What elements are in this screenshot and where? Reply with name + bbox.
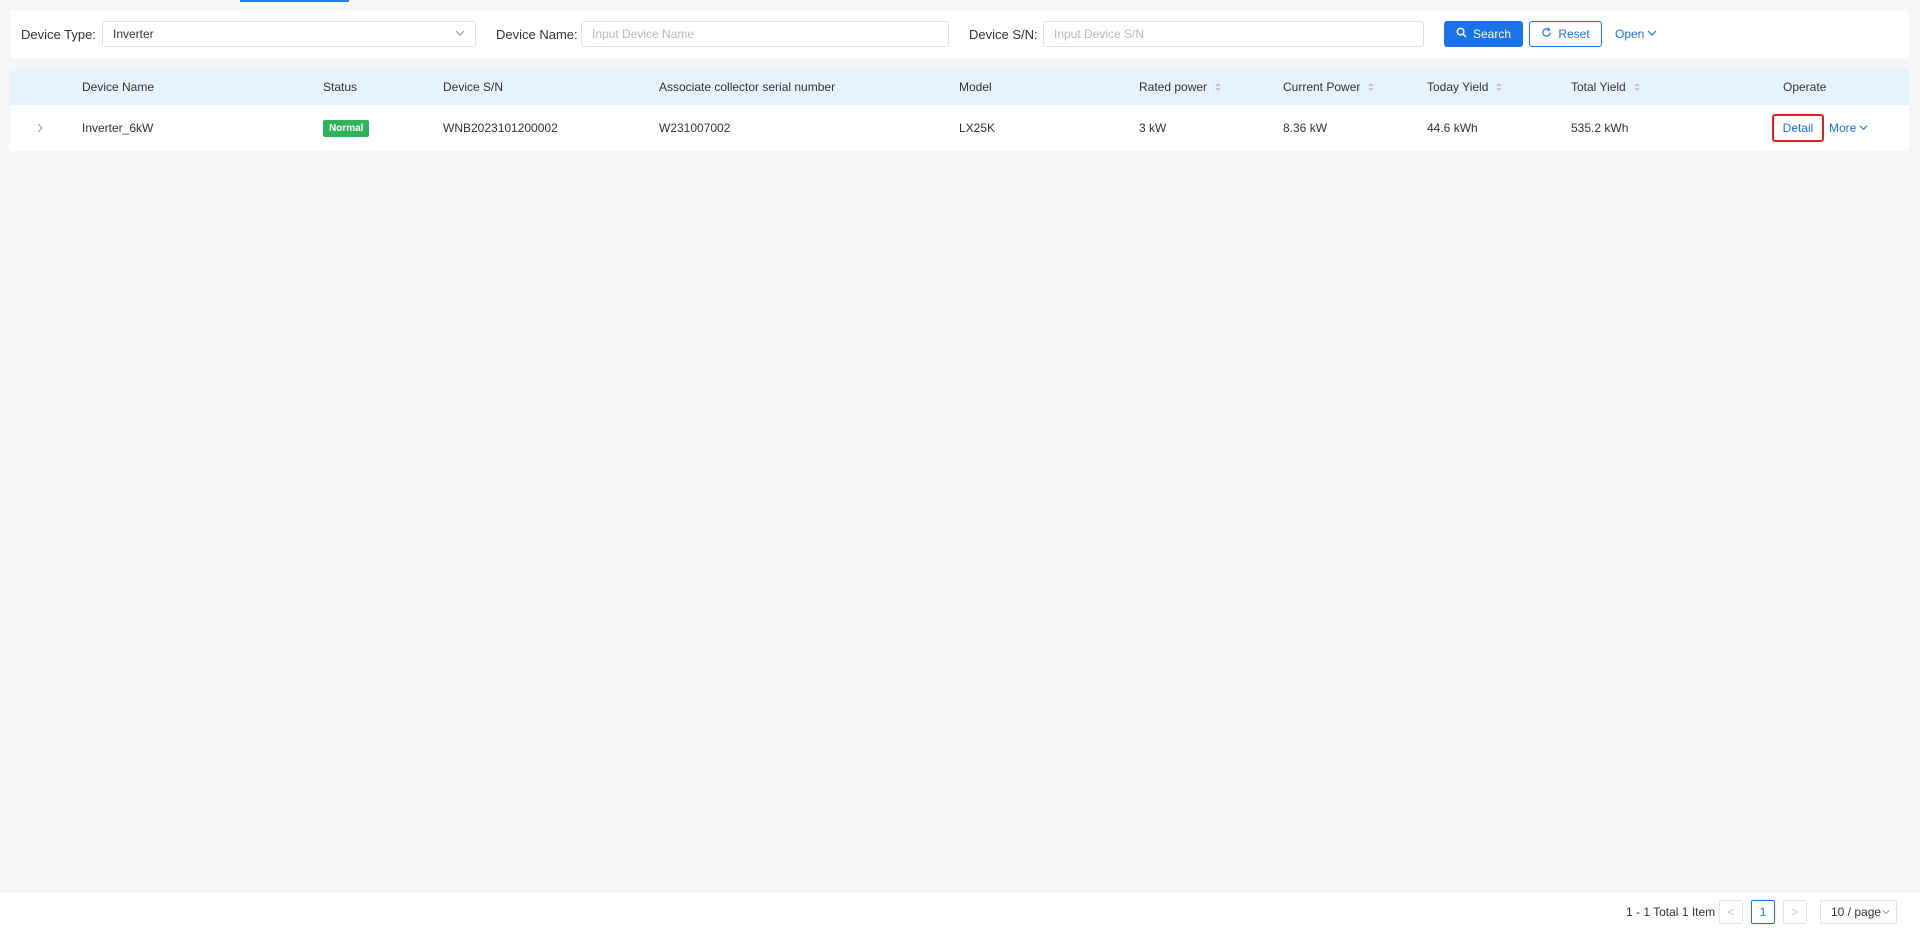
col-collector-sn: Associate collector serial number xyxy=(659,80,836,94)
chevron-down-icon xyxy=(455,27,465,41)
expand-row-icon[interactable] xyxy=(35,105,45,151)
next-page-button[interactable]: > xyxy=(1783,900,1807,924)
row-model: LX25K xyxy=(959,121,996,135)
device-name-label: Device Name: xyxy=(496,26,578,42)
col-total-yield-label: Total Yield xyxy=(1571,80,1626,94)
row-device-name: Inverter_6kW xyxy=(82,121,154,135)
chevron-down-icon xyxy=(1647,27,1657,41)
pagination-bar: 1 - 1 Total 1 Item < 1 > 10 / page xyxy=(0,893,1920,932)
device-name-input[interactable] xyxy=(581,21,949,47)
col-today-yield-label: Today Yield xyxy=(1427,80,1489,94)
more-label: More xyxy=(1829,121,1857,135)
col-current-power-label: Current Power xyxy=(1283,80,1361,94)
col-model: Model xyxy=(959,80,992,94)
reset-button-label: Reset xyxy=(1558,27,1590,41)
sort-icon[interactable] xyxy=(1633,83,1640,91)
page-size-select[interactable]: 10 / page xyxy=(1820,900,1897,924)
col-device-sn: Device S/N xyxy=(443,80,504,94)
row-rated-power: 3 kW xyxy=(1139,121,1167,135)
prev-page-button[interactable]: < xyxy=(1719,900,1743,924)
col-rated-power[interactable]: Rated power xyxy=(1139,69,1222,105)
more-dropdown[interactable]: More xyxy=(1829,121,1868,135)
page-1-button[interactable]: 1 xyxy=(1751,900,1775,924)
row-collector-sn: W231007002 xyxy=(659,121,731,135)
device-type-label: Device Type: xyxy=(21,26,96,42)
col-today-yield[interactable]: Today Yield xyxy=(1427,69,1503,105)
row-total-yield: 535.2 kWh xyxy=(1571,121,1629,135)
chevron-down-icon xyxy=(1882,905,1890,919)
device-sn-label: Device S/N: xyxy=(969,26,1038,42)
row-more: More xyxy=(1829,105,1868,151)
device-sn-input[interactable] xyxy=(1043,21,1424,47)
col-status: Status xyxy=(323,80,358,94)
search-button-label: Search xyxy=(1472,27,1512,41)
reset-button[interactable]: Reset xyxy=(1529,21,1602,47)
col-rated-power-label: Rated power xyxy=(1139,80,1208,94)
sort-icon[interactable] xyxy=(1496,83,1503,91)
table-header: Device Name Status Device S/N Associate … xyxy=(10,69,1909,105)
col-total-yield[interactable]: Total Yield xyxy=(1571,69,1640,105)
open-filters-label: Open xyxy=(1615,27,1645,41)
filter-bar: Device Type: Inverter Device Name: Devic… xyxy=(10,10,1909,58)
table-row: Inverter_6kW Normal WNB2023101200002 W23… xyxy=(10,105,1909,151)
col-device-name: Device Name xyxy=(82,80,155,94)
device-type-value: Inverter xyxy=(113,27,154,41)
row-today-yield: 44.6 kWh xyxy=(1427,121,1478,135)
device-table: Device Name Status Device S/N Associate … xyxy=(10,69,1909,151)
sort-icon[interactable] xyxy=(1215,83,1222,91)
row-operate: Detail xyxy=(1772,105,1824,151)
col-operate: Operate xyxy=(1783,80,1827,94)
search-icon xyxy=(1456,27,1467,41)
row-status: Normal xyxy=(323,105,370,151)
open-filters-toggle[interactable]: Open xyxy=(1615,27,1657,41)
chevron-down-icon xyxy=(1859,121,1868,135)
active-tab-indicator xyxy=(240,0,349,2)
row-current-power: 8.36 kW xyxy=(1283,121,1328,135)
col-current-power[interactable]: Current Power xyxy=(1283,69,1375,105)
sort-icon[interactable] xyxy=(1368,83,1375,91)
device-type-select[interactable]: Inverter xyxy=(102,21,476,47)
row-device-sn: WNB2023101200002 xyxy=(443,121,558,135)
detail-button[interactable]: Detail xyxy=(1772,114,1824,142)
refresh-icon xyxy=(1541,27,1552,41)
page-size-value: 10 / page xyxy=(1831,905,1882,919)
pagination-summary: 1 - 1 Total 1 Item xyxy=(1626,905,1716,919)
status-badge: Normal xyxy=(323,119,370,137)
search-button[interactable]: Search xyxy=(1444,21,1523,47)
